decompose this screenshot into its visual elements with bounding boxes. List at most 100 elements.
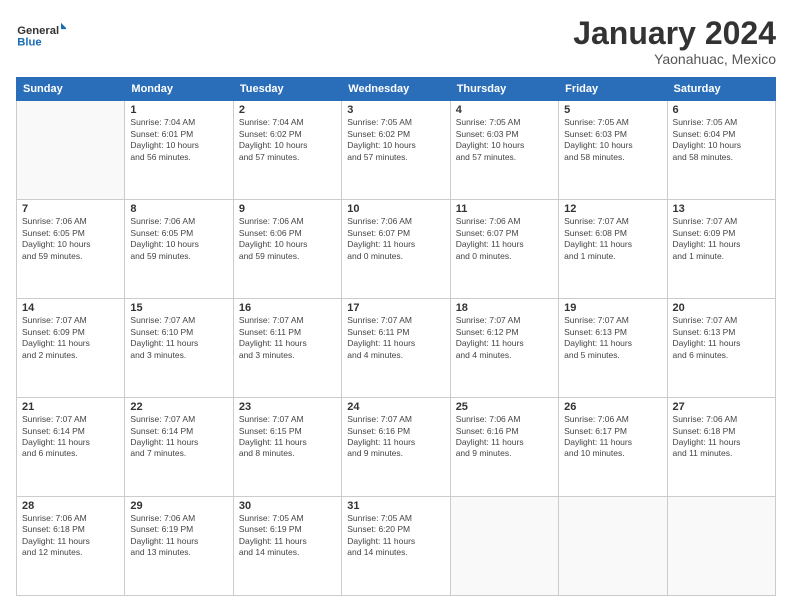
- weekday-monday: Monday: [125, 78, 233, 101]
- cell-info-text: Sunrise: 7:05 AM Sunset: 6:20 PM Dayligh…: [347, 513, 444, 559]
- cell-info-text: Sunrise: 7:07 AM Sunset: 6:14 PM Dayligh…: [22, 414, 119, 460]
- weekday-saturday: Saturday: [667, 78, 775, 101]
- calendar-cell: 5Sunrise: 7:05 AM Sunset: 6:03 PM Daylig…: [559, 101, 667, 200]
- cell-day-number: 14: [22, 302, 119, 314]
- cell-day-number: 21: [22, 401, 119, 413]
- calendar-header: SundayMondayTuesdayWednesdayThursdayFrid…: [17, 78, 776, 101]
- cell-day-number: 29: [130, 500, 227, 512]
- calendar-cell: 10Sunrise: 7:06 AM Sunset: 6:07 PM Dayli…: [342, 200, 450, 299]
- calendar-cell: 14Sunrise: 7:07 AM Sunset: 6:09 PM Dayli…: [17, 299, 125, 398]
- cell-day-number: 22: [130, 401, 227, 413]
- cell-info-text: Sunrise: 7:06 AM Sunset: 6:05 PM Dayligh…: [22, 216, 119, 262]
- cell-day-number: 5: [564, 104, 661, 116]
- calendar-cell: 13Sunrise: 7:07 AM Sunset: 6:09 PM Dayli…: [667, 200, 775, 299]
- cell-day-number: 25: [456, 401, 553, 413]
- calendar-cell: 19Sunrise: 7:07 AM Sunset: 6:13 PM Dayli…: [559, 299, 667, 398]
- calendar-cell: 16Sunrise: 7:07 AM Sunset: 6:11 PM Dayli…: [233, 299, 341, 398]
- cell-info-text: Sunrise: 7:04 AM Sunset: 6:02 PM Dayligh…: [239, 117, 336, 163]
- calendar-week-row: 21Sunrise: 7:07 AM Sunset: 6:14 PM Dayli…: [17, 398, 776, 497]
- cell-day-number: 8: [130, 203, 227, 215]
- cell-day-number: 19: [564, 302, 661, 314]
- weekday-tuesday: Tuesday: [233, 78, 341, 101]
- calendar-cell: 29Sunrise: 7:06 AM Sunset: 6:19 PM Dayli…: [125, 497, 233, 596]
- weekday-thursday: Thursday: [450, 78, 558, 101]
- calendar-cell: 27Sunrise: 7:06 AM Sunset: 6:18 PM Dayli…: [667, 398, 775, 497]
- page: General Blue January 2024 Yaonahuac, Mex…: [0, 0, 792, 612]
- cell-day-number: 20: [673, 302, 770, 314]
- svg-text:General: General: [17, 25, 59, 37]
- svg-text:Blue: Blue: [17, 36, 41, 48]
- calendar-week-row: 14Sunrise: 7:07 AM Sunset: 6:09 PM Dayli…: [17, 299, 776, 398]
- cell-info-text: Sunrise: 7:06 AM Sunset: 6:07 PM Dayligh…: [456, 216, 553, 262]
- cell-day-number: 18: [456, 302, 553, 314]
- weekday-wednesday: Wednesday: [342, 78, 450, 101]
- calendar-cell: 24Sunrise: 7:07 AM Sunset: 6:16 PM Dayli…: [342, 398, 450, 497]
- calendar-cell: 22Sunrise: 7:07 AM Sunset: 6:14 PM Dayli…: [125, 398, 233, 497]
- calendar-week-row: 7Sunrise: 7:06 AM Sunset: 6:05 PM Daylig…: [17, 200, 776, 299]
- calendar-cell: 9Sunrise: 7:06 AM Sunset: 6:06 PM Daylig…: [233, 200, 341, 299]
- cell-day-number: 1: [130, 104, 227, 116]
- cell-info-text: Sunrise: 7:07 AM Sunset: 6:11 PM Dayligh…: [239, 315, 336, 361]
- cell-info-text: Sunrise: 7:05 AM Sunset: 6:04 PM Dayligh…: [673, 117, 770, 163]
- cell-info-text: Sunrise: 7:06 AM Sunset: 6:19 PM Dayligh…: [130, 513, 227, 559]
- cell-info-text: Sunrise: 7:05 AM Sunset: 6:03 PM Dayligh…: [456, 117, 553, 163]
- cell-info-text: Sunrise: 7:07 AM Sunset: 6:14 PM Dayligh…: [130, 414, 227, 460]
- cell-info-text: Sunrise: 7:06 AM Sunset: 6:06 PM Dayligh…: [239, 216, 336, 262]
- calendar-cell: 25Sunrise: 7:06 AM Sunset: 6:16 PM Dayli…: [450, 398, 558, 497]
- cell-info-text: Sunrise: 7:06 AM Sunset: 6:07 PM Dayligh…: [347, 216, 444, 262]
- cell-info-text: Sunrise: 7:06 AM Sunset: 6:05 PM Dayligh…: [130, 216, 227, 262]
- cell-day-number: 16: [239, 302, 336, 314]
- cell-info-text: Sunrise: 7:07 AM Sunset: 6:09 PM Dayligh…: [673, 216, 770, 262]
- cell-info-text: Sunrise: 7:06 AM Sunset: 6:17 PM Dayligh…: [564, 414, 661, 460]
- calendar-cell: 18Sunrise: 7:07 AM Sunset: 6:12 PM Dayli…: [450, 299, 558, 398]
- cell-day-number: 11: [456, 203, 553, 215]
- cell-day-number: 4: [456, 104, 553, 116]
- cell-day-number: 13: [673, 203, 770, 215]
- calendar-cell: 17Sunrise: 7:07 AM Sunset: 6:11 PM Dayli…: [342, 299, 450, 398]
- cell-day-number: 10: [347, 203, 444, 215]
- cell-day-number: 28: [22, 500, 119, 512]
- cell-day-number: 9: [239, 203, 336, 215]
- calendar-table: SundayMondayTuesdayWednesdayThursdayFrid…: [16, 77, 776, 596]
- header: General Blue January 2024 Yaonahuac, Mex…: [16, 16, 776, 67]
- cell-info-text: Sunrise: 7:06 AM Sunset: 6:16 PM Dayligh…: [456, 414, 553, 460]
- cell-info-text: Sunrise: 7:06 AM Sunset: 6:18 PM Dayligh…: [673, 414, 770, 460]
- calendar-cell: 3Sunrise: 7:05 AM Sunset: 6:02 PM Daylig…: [342, 101, 450, 200]
- calendar-cell: 28Sunrise: 7:06 AM Sunset: 6:18 PM Dayli…: [17, 497, 125, 596]
- calendar-cell: [450, 497, 558, 596]
- cell-info-text: Sunrise: 7:05 AM Sunset: 6:02 PM Dayligh…: [347, 117, 444, 163]
- cell-info-text: Sunrise: 7:07 AM Sunset: 6:15 PM Dayligh…: [239, 414, 336, 460]
- cell-day-number: 17: [347, 302, 444, 314]
- cell-info-text: Sunrise: 7:05 AM Sunset: 6:19 PM Dayligh…: [239, 513, 336, 559]
- calendar-cell: 8Sunrise: 7:06 AM Sunset: 6:05 PM Daylig…: [125, 200, 233, 299]
- cell-day-number: 6: [673, 104, 770, 116]
- calendar-cell: 7Sunrise: 7:06 AM Sunset: 6:05 PM Daylig…: [17, 200, 125, 299]
- cell-info-text: Sunrise: 7:07 AM Sunset: 6:11 PM Dayligh…: [347, 315, 444, 361]
- cell-info-text: Sunrise: 7:07 AM Sunset: 6:08 PM Dayligh…: [564, 216, 661, 262]
- cell-info-text: Sunrise: 7:04 AM Sunset: 6:01 PM Dayligh…: [130, 117, 227, 163]
- cell-day-number: 24: [347, 401, 444, 413]
- cell-info-text: Sunrise: 7:06 AM Sunset: 6:18 PM Dayligh…: [22, 513, 119, 559]
- cell-day-number: 26: [564, 401, 661, 413]
- cell-info-text: Sunrise: 7:07 AM Sunset: 6:13 PM Dayligh…: [673, 315, 770, 361]
- logo: General Blue: [16, 16, 66, 56]
- calendar-cell: 20Sunrise: 7:07 AM Sunset: 6:13 PM Dayli…: [667, 299, 775, 398]
- calendar-cell: 23Sunrise: 7:07 AM Sunset: 6:15 PM Dayli…: [233, 398, 341, 497]
- weekday-sunday: Sunday: [17, 78, 125, 101]
- calendar-cell: 11Sunrise: 7:06 AM Sunset: 6:07 PM Dayli…: [450, 200, 558, 299]
- cell-day-number: 27: [673, 401, 770, 413]
- weekday-friday: Friday: [559, 78, 667, 101]
- cell-info-text: Sunrise: 7:07 AM Sunset: 6:12 PM Dayligh…: [456, 315, 553, 361]
- month-title: January 2024: [573, 16, 776, 51]
- location: Yaonahuac, Mexico: [573, 51, 776, 67]
- calendar-body: 1Sunrise: 7:04 AM Sunset: 6:01 PM Daylig…: [17, 101, 776, 596]
- calendar-cell: [559, 497, 667, 596]
- cell-info-text: Sunrise: 7:07 AM Sunset: 6:13 PM Dayligh…: [564, 315, 661, 361]
- calendar-cell: 1Sunrise: 7:04 AM Sunset: 6:01 PM Daylig…: [125, 101, 233, 200]
- cell-day-number: 3: [347, 104, 444, 116]
- cell-day-number: 30: [239, 500, 336, 512]
- calendar-cell: 4Sunrise: 7:05 AM Sunset: 6:03 PM Daylig…: [450, 101, 558, 200]
- cell-info-text: Sunrise: 7:07 AM Sunset: 6:09 PM Dayligh…: [22, 315, 119, 361]
- calendar-cell: 21Sunrise: 7:07 AM Sunset: 6:14 PM Dayli…: [17, 398, 125, 497]
- calendar-cell: [17, 101, 125, 200]
